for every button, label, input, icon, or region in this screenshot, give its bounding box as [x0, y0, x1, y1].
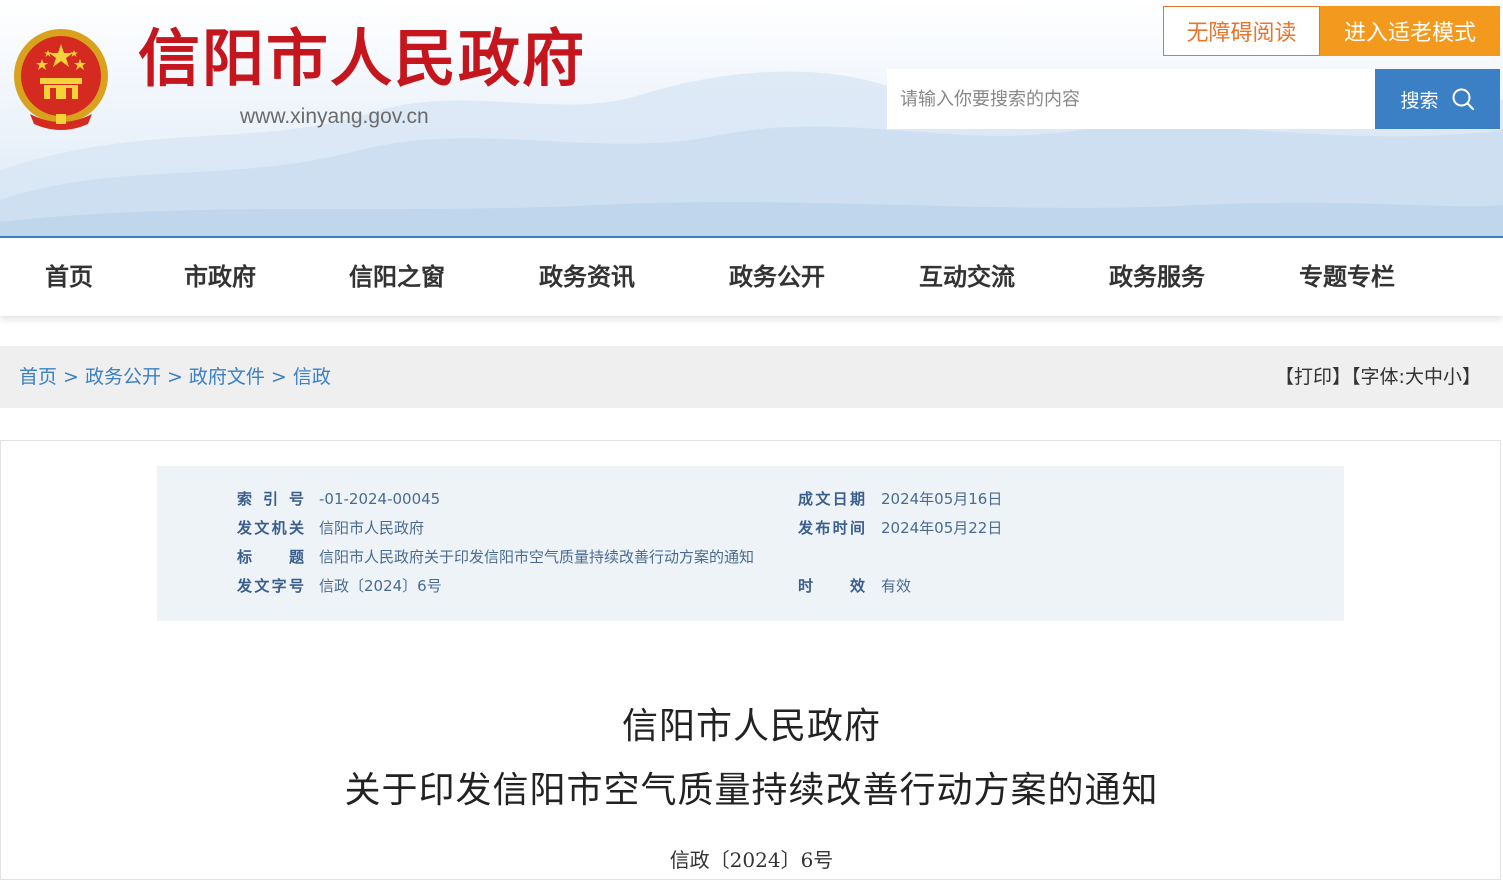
meta-label-doc-number: 发文字号 — [237, 577, 304, 595]
font-size-suffix: 】 — [1461, 366, 1481, 388]
elder-mode-button[interactable]: 进入适老模式 — [1320, 6, 1500, 56]
nav-item-government-news[interactable]: 政务资讯 — [539, 238, 635, 316]
document-metadata-table: 索 引 号 -01-2024-00045 成文日期 2024年05月16日 发文… — [157, 466, 1344, 621]
meta-label-issuer: 发文机关 — [237, 519, 304, 537]
nav-item-xinyang-window[interactable]: 信阳之窗 — [349, 238, 445, 316]
font-size-medium[interactable]: 中 — [1424, 366, 1443, 388]
breadcrumb-government-documents[interactable]: 政府文件 — [189, 366, 265, 388]
meta-label-validity: 时 效 — [798, 577, 865, 595]
breadcrumb-xinzheng[interactable]: 信政 — [293, 366, 331, 388]
meta-value-publish-time: 2024年05月22日 — [881, 519, 1003, 537]
font-size-large[interactable]: 大 — [1405, 366, 1424, 388]
search-button[interactable]: 搜索 — [1375, 69, 1500, 129]
meta-value-validity: 有效 — [881, 577, 912, 595]
search-input[interactable] — [887, 69, 1375, 129]
site-url: www.xinyang.gov.cn — [240, 105, 429, 128]
meta-label-title: 标 题 — [237, 548, 304, 566]
breadcrumb-separator: > — [270, 366, 287, 388]
accessibility-reading-button[interactable]: 无障碍阅读 — [1163, 6, 1320, 56]
search-icon — [1452, 88, 1474, 111]
page-tools: 【打印】【字体:大中小】 — [1275, 346, 1481, 408]
nav-item-government-services[interactable]: 政务服务 — [1109, 238, 1205, 316]
print-button[interactable]: 【打印】 — [1275, 366, 1351, 388]
nav-item-government-disclosure[interactable]: 政务公开 — [729, 238, 825, 316]
document-title-line2: 关于印发信阳市空气质量持续改善行动方案的通知 — [344, 770, 1159, 811]
breadcrumb: 首页 > 政务公开 > 政府文件 > 信政 — [19, 346, 331, 408]
breadcrumb-separator: > — [63, 366, 79, 388]
breadcrumb-home[interactable]: 首页 — [19, 366, 57, 388]
meta-label-publish-time: 发布时间 — [798, 519, 865, 537]
site-title[interactable]: 信阳市人民政府 — [138, 28, 586, 90]
nav-item-interaction[interactable]: 互动交流 — [919, 238, 1015, 316]
breadcrumb-separator: > — [166, 366, 183, 388]
meta-value-title: 信阳市人民政府关于印发信阳市空气质量持续改善行动方案的通知 — [319, 548, 755, 566]
meta-value-issuer: 信阳市人民政府 — [319, 519, 425, 537]
meta-value-index: -01-2024-00045 — [319, 490, 441, 508]
font-size-prefix: 【字体: — [1351, 366, 1405, 388]
meta-value-date-written: 2024年05月16日 — [881, 490, 1003, 508]
meta-label-index: 索 引 号 — [237, 490, 304, 508]
nav-item-home[interactable]: 首页 — [45, 238, 93, 316]
meta-label-date-written: 成文日期 — [798, 490, 865, 508]
breadcrumb-government-disclosure[interactable]: 政务公开 — [85, 366, 161, 388]
article-container: 索 引 号 -01-2024-00045 成文日期 2024年05月16日 发文… — [0, 440, 1501, 880]
site-header: 信阳市人民政府 www.xinyang.gov.cn 无障碍阅读 进入适老模式 … — [0, 0, 1503, 236]
meta-value-doc-number: 信政〔2024〕6号 — [319, 577, 442, 595]
search-button-label: 搜索 — [1400, 89, 1439, 112]
font-size-small[interactable]: 小 — [1443, 366, 1462, 388]
nav-item-city-government[interactable]: 市政府 — [184, 238, 256, 316]
document-title-line1: 信阳市人民政府 — [621, 706, 881, 747]
nav-item-special-topics[interactable]: 专题专栏 — [1299, 238, 1395, 316]
breadcrumb-bar: 首页 > 政务公开 > 政府文件 > 信政 【打印】【字体:大中小】 — [0, 346, 1503, 408]
document-number: 信政〔2024〕6号 — [669, 848, 834, 872]
national-emblem-icon — [14, 29, 108, 130]
main-nav: 首页 市政府 信阳之窗 政务资讯 政务公开 互动交流 政务服务 专题专栏 — [0, 236, 1503, 316]
